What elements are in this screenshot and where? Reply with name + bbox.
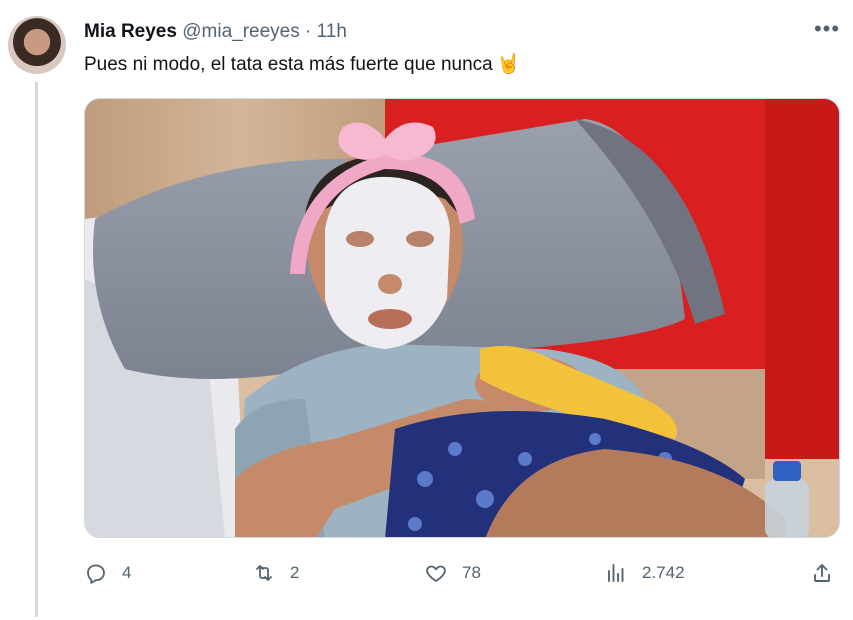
thread-line [35,82,38,617]
timestamp[interactable]: 11h [317,21,347,42]
retweet-icon [256,565,272,581]
tweet-card[interactable]: Mia Reyes @mia_reeyes · 11h ••• Pues ni … [0,0,853,620]
share-icon [814,564,830,582]
reply-button[interactable]: 4 [84,556,131,590]
views-count: 2.742 [642,563,685,582]
avatar[interactable] [8,16,66,74]
separator: · [305,21,312,42]
retweet-count: 2 [290,563,300,582]
views-icon [608,564,624,582]
tweet-text-content: Pues ni modo, el tata esta más fuerte qu… [84,54,493,75]
author-name[interactable]: Mia Reyes [84,21,177,42]
tweet-text: Pues ni modo, el tata esta más fuerte qu… [84,52,520,78]
like-button[interactable]: 78 [424,556,481,590]
bed-scene-illustration [85,99,839,537]
share-button[interactable] [810,556,848,590]
like-count: 78 [462,563,481,582]
retweet-button[interactable]: 2 [252,556,299,590]
reply-icon [87,564,105,584]
action-bar: 4 2 78 2.742 [84,556,840,590]
author-handle[interactable]: @mia_reeyes [182,21,300,42]
reply-count: 4 [122,563,132,582]
tweet-header: Mia Reyes @mia_reeyes · 11h [84,20,347,44]
views-button[interactable]: 2.742 [604,556,685,590]
tweet-image[interactable] [84,98,840,538]
more-options-icon[interactable]: ••• [812,18,842,44]
rock-hand-emoji: 🤘 [496,54,521,75]
like-icon [426,565,446,582]
